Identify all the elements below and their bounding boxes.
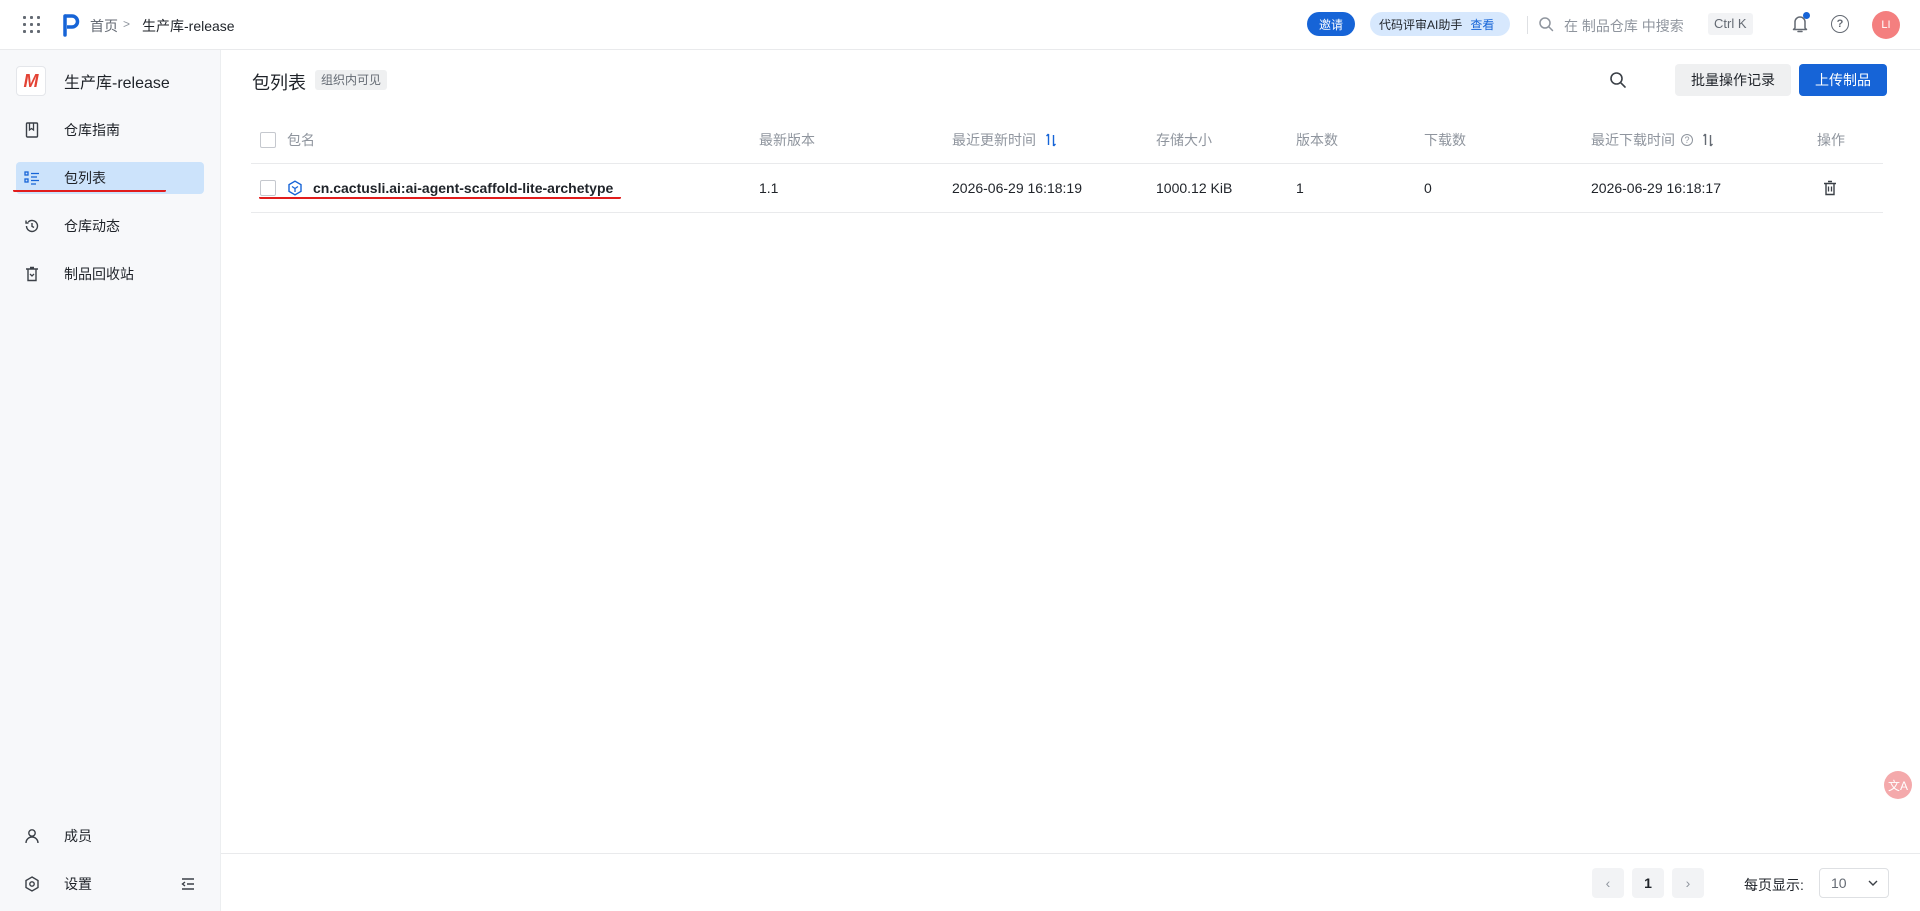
col-header-updated[interactable]: 最近更新时间 bbox=[952, 116, 1057, 163]
user-avatar[interactable]: LI bbox=[1872, 11, 1900, 39]
sidebar-item-label: 制品回收站 bbox=[64, 266, 134, 282]
info-icon[interactable]: ? bbox=[1681, 133, 1693, 146]
list-icon bbox=[24, 170, 40, 186]
gear-icon bbox=[24, 876, 40, 892]
ai-assistant-view-link[interactable]: 查看 bbox=[1470, 16, 1494, 33]
breadcrumb-separator: > bbox=[123, 17, 131, 31]
delete-button[interactable] bbox=[1822, 164, 1838, 212]
col-header-latest-version: 最新版本 bbox=[759, 131, 815, 148]
sidebar-item-activity[interactable]: 仓库动态 bbox=[16, 210, 204, 242]
ai-assistant-pill[interactable]: 代码评审AI助手 查看 bbox=[1370, 12, 1510, 36]
global-search-input[interactable]: 在 制品仓库 中搜索 bbox=[1564, 16, 1684, 36]
pagination-bar: ‹ 1 › 每页显示: 10 bbox=[221, 853, 1920, 911]
row-checkbox[interactable] bbox=[260, 164, 276, 212]
latest-version-cell: 1.1 bbox=[759, 180, 779, 196]
sidebar-item-label: 成员 bbox=[64, 828, 92, 844]
sidebar-item-settings[interactable]: 设置 bbox=[16, 868, 204, 900]
col-header-versions: 版本数 bbox=[1296, 131, 1338, 148]
col-header-actions: 操作 bbox=[1817, 131, 1845, 148]
search-shortcut-badge: Ctrl K bbox=[1708, 13, 1753, 35]
annotation-underline bbox=[13, 189, 166, 192]
col-header-name: 包名 bbox=[287, 131, 315, 148]
per-page-select[interactable]: 10 bbox=[1819, 868, 1889, 898]
page-number-button[interactable]: 1 bbox=[1632, 868, 1664, 898]
package-name-cell[interactable]: cn.cactusli.ai:ai-agent-scaffold-lite-ar… bbox=[287, 164, 613, 212]
sort-icon[interactable] bbox=[1702, 133, 1714, 147]
col-header-size: 存储大小 bbox=[1156, 131, 1212, 148]
visibility-badge: 组织内可见 bbox=[315, 70, 388, 90]
sidebar-item-label: 设置 bbox=[64, 876, 92, 892]
repo-name: 生产库-release bbox=[64, 75, 170, 92]
batch-operation-log-button[interactable]: 批量操作记录 bbox=[1675, 64, 1791, 96]
table-row[interactable]: cn.cactusli.ai:ai-agent-scaffold-lite-ar… bbox=[251, 164, 1883, 213]
repo-header: M 生产库-release bbox=[16, 66, 170, 96]
chevron-down-icon bbox=[1868, 880, 1878, 886]
per-page-value: 10 bbox=[1831, 875, 1847, 891]
page-title: 包列表 bbox=[252, 73, 306, 93]
search-icon[interactable] bbox=[1538, 16, 1554, 32]
translate-icon[interactable]: 文A bbox=[1884, 771, 1912, 799]
per-page-label: 每页显示: bbox=[1744, 877, 1804, 893]
sort-icon[interactable] bbox=[1045, 133, 1057, 147]
col-header-updated-label: 最近更新时间 bbox=[952, 131, 1036, 148]
col-header-last-download-label: 最近下载时间 bbox=[1591, 131, 1675, 148]
version-count-cell: 1 bbox=[1296, 180, 1304, 196]
app-logo-icon[interactable] bbox=[62, 13, 80, 37]
topbar-divider bbox=[1527, 16, 1528, 34]
recycle-icon bbox=[24, 266, 40, 282]
book-icon bbox=[24, 122, 40, 138]
select-all-checkbox[interactable] bbox=[260, 116, 276, 163]
size-cell: 1000.12 KiB bbox=[1156, 180, 1233, 196]
sidebar-item-label: 仓库动态 bbox=[64, 218, 120, 234]
prev-page-button[interactable]: ‹ bbox=[1592, 868, 1624, 898]
breadcrumb-current[interactable]: 生产库-release bbox=[142, 16, 235, 36]
annotation-underline bbox=[259, 196, 621, 199]
sidebar-item-guide[interactable]: 仓库指南 bbox=[16, 114, 204, 146]
col-header-last-download[interactable]: 最近下载时间 ? bbox=[1591, 116, 1714, 163]
last-download-cell: 2026-06-29 16:18:17 bbox=[1591, 180, 1721, 196]
sidebar-item-label: 包列表 bbox=[64, 170, 106, 186]
sidebar: M 生产库-release 仓库指南 包列表 仓库动态 制品回收站 成员 设置 bbox=[0, 50, 221, 911]
upload-artifact-button[interactable]: 上传制品 bbox=[1799, 64, 1887, 96]
collapse-sidebar-icon[interactable] bbox=[180, 876, 196, 892]
sidebar-item-label: 仓库指南 bbox=[64, 122, 120, 138]
updated-time-cell: 2026-06-29 16:18:19 bbox=[952, 180, 1082, 196]
main-content: 包列表 组织内可见 批量操作记录 上传制品 包名 最新版本 最近更新时间 存储大… bbox=[221, 50, 1920, 861]
user-icon bbox=[24, 828, 40, 844]
next-page-button[interactable]: › bbox=[1672, 868, 1704, 898]
package-icon bbox=[288, 180, 302, 196]
download-count-cell: 0 bbox=[1424, 180, 1432, 196]
breadcrumb-home[interactable]: 首页 bbox=[90, 16, 118, 36]
col-header-downloads: 下载数 bbox=[1424, 131, 1466, 148]
apps-grid-icon[interactable] bbox=[23, 16, 41, 34]
notification-dot bbox=[1803, 12, 1810, 19]
trash-icon bbox=[1824, 180, 1836, 196]
search-icon[interactable] bbox=[1608, 70, 1628, 90]
table-header: 包名 最新版本 最近更新时间 存储大小 版本数 下载数 最近下载时间 ? 操作 bbox=[251, 116, 1883, 164]
repo-logo: M bbox=[16, 66, 46, 96]
history-icon bbox=[24, 218, 40, 234]
sidebar-item-recycle-bin[interactable]: 制品回收站 bbox=[16, 258, 204, 290]
help-icon[interactable]: ? bbox=[1831, 15, 1849, 33]
package-name-link[interactable]: cn.cactusli.ai:ai-agent-scaffold-lite-ar… bbox=[313, 180, 613, 196]
sidebar-item-members[interactable]: 成员 bbox=[16, 820, 204, 852]
top-bar: 首页 > 生产库-release 邀请 代码评审AI助手 查看 在 制品仓库 中… bbox=[0, 0, 1920, 50]
invite-button[interactable]: 邀请 bbox=[1307, 12, 1355, 36]
ai-assistant-label: 代码评审AI助手 bbox=[1379, 17, 1463, 32]
